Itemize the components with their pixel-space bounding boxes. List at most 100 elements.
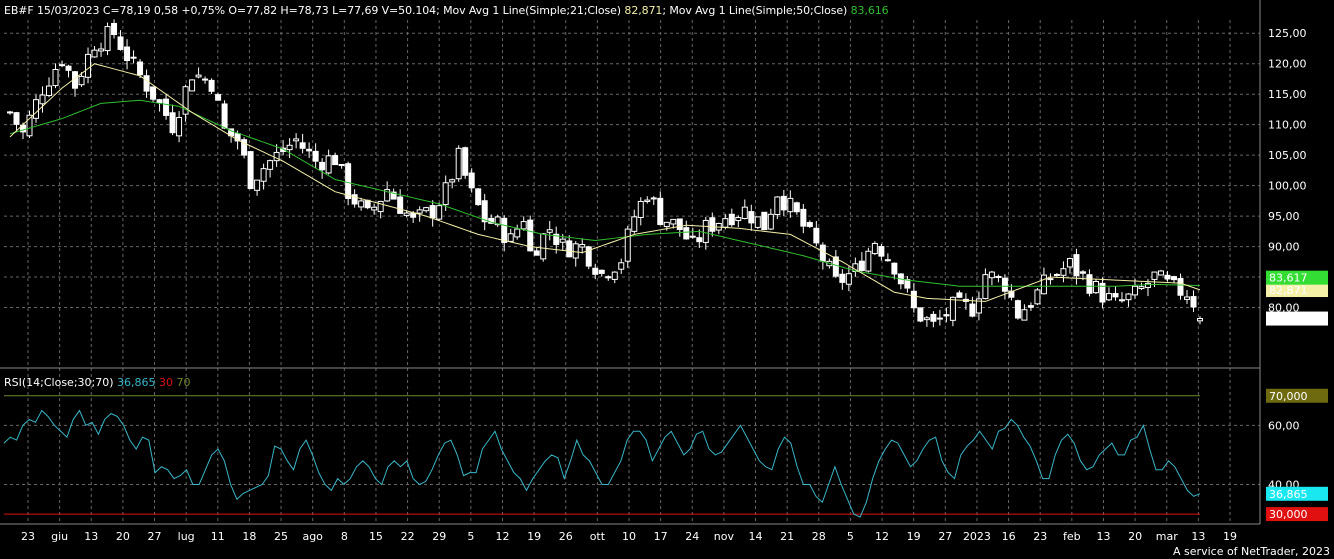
- rsi-header: RSI(14;Close;30;70) 36,865 30 70: [4, 376, 191, 389]
- candle-body: [1190, 296, 1197, 308]
- candle-body: [904, 279, 911, 289]
- time-tick-label: 5: [467, 530, 474, 543]
- candle-body: [657, 197, 664, 226]
- rsi-last-tag: 36,865: [1269, 488, 1308, 501]
- time-tick-label: 5: [847, 530, 854, 543]
- time-tick-label: nov: [714, 530, 735, 543]
- candle-body: [709, 217, 716, 232]
- candle-body: [748, 211, 755, 224]
- candle-body: [293, 138, 300, 142]
- candle-body: [247, 151, 254, 190]
- candle-body: [670, 218, 677, 225]
- candle-body: [215, 94, 222, 101]
- candle-body: [637, 200, 644, 218]
- candle-body: [286, 144, 293, 151]
- candle-body: [208, 79, 215, 92]
- candle-body: [943, 314, 950, 317]
- time-tick-label: 13: [1191, 530, 1205, 543]
- time-tick-label: 19: [907, 530, 921, 543]
- candle-body: [1112, 293, 1119, 298]
- candle-body: [260, 168, 267, 182]
- time-tick-label: 20: [116, 530, 130, 543]
- chart-window: 125,00 120,00 115,00 110,00 105,00 100,00 95,0…: [0, 0, 1334, 559]
- candle-body: [702, 219, 709, 243]
- candle-body: [605, 276, 612, 279]
- rsi30-tag: 30,000: [1269, 508, 1308, 521]
- candle-body: [592, 267, 599, 275]
- time-tick-label: 14: [749, 530, 763, 543]
- candle-body: [319, 161, 326, 171]
- candle-body: [1177, 278, 1184, 296]
- candle-body: [358, 200, 365, 208]
- candle-body: [546, 229, 553, 233]
- candle-body: [143, 75, 150, 92]
- time-tick-label: 12: [495, 530, 509, 543]
- candle-body: [936, 317, 943, 320]
- time-tick-label: 17: [654, 530, 668, 543]
- candle-body: [1047, 278, 1054, 281]
- candle-body: [202, 78, 209, 81]
- candle-body: [780, 195, 787, 211]
- candle-body: [507, 233, 514, 242]
- chart-canvas[interactable]: 125,00 120,00 115,00 110,00 105,00 100,00 95,0…: [0, 0, 1334, 559]
- candle-body: [540, 233, 547, 260]
- candle-body: [85, 53, 92, 78]
- candle-body: [624, 228, 631, 262]
- candle-body: [1092, 281, 1099, 294]
- candle-body: [1027, 305, 1034, 308]
- candle-body: [501, 217, 508, 243]
- candle-body: [189, 79, 196, 92]
- candle-body: [696, 237, 703, 243]
- candle-body: [1164, 274, 1171, 280]
- time-tick-label: lug: [178, 530, 195, 543]
- candle-body: [871, 242, 878, 255]
- candle-body: [111, 22, 118, 36]
- time-tick-label: 26: [559, 530, 573, 543]
- candle-body: [1151, 271, 1158, 280]
- time-tick-label: 28: [812, 530, 826, 543]
- candle-body: [117, 36, 124, 50]
- rsi-label: RSI(14;Close;30;70): [4, 376, 114, 389]
- price-tick-label: 120,00: [1268, 58, 1307, 71]
- candle-body: [52, 69, 59, 87]
- candle-body: [949, 296, 956, 321]
- candle-body: [1138, 286, 1145, 290]
- candle-body: [845, 273, 852, 285]
- candle-body: [429, 205, 436, 219]
- ma50-label: ; Mov Avg 1 Line(Simple;50;Close): [662, 4, 848, 17]
- time-tick-label: 22: [401, 530, 415, 543]
- time-tick-label: 18: [242, 530, 256, 543]
- candle-body: [1157, 270, 1164, 276]
- time-tick-label: 15: [369, 530, 383, 543]
- candle-body: [1079, 271, 1086, 274]
- time-tick-label: 23: [21, 530, 35, 543]
- time-tick-label: 12: [875, 530, 889, 543]
- candle-body: [306, 148, 313, 152]
- price-tick-label: 105,00: [1268, 149, 1307, 162]
- candle-body: [865, 250, 872, 272]
- candle-body: [644, 199, 651, 202]
- candle-body: [124, 46, 131, 61]
- time-tick-label: 19: [527, 530, 541, 543]
- candle-body: [735, 217, 742, 222]
- time-tick-label: 13: [1096, 530, 1110, 543]
- candle-body: [891, 262, 898, 275]
- candle-body: [442, 182, 449, 206]
- candle-body: [579, 244, 586, 248]
- candle-body: [299, 142, 306, 149]
- candle-body: [423, 207, 430, 212]
- candle-body: [741, 206, 748, 220]
- time-tick-label: mar: [1156, 530, 1178, 543]
- candle-body: [104, 26, 111, 52]
- candle-body: [774, 196, 781, 216]
- candle-body: [910, 290, 917, 309]
- candle-body: [1183, 296, 1190, 300]
- candle-body: [254, 179, 261, 191]
- time-tick-label: 21: [780, 530, 794, 543]
- candle-body: [397, 196, 404, 214]
- candle-body: [533, 250, 540, 256]
- candle-body: [416, 209, 423, 214]
- candle-body: [1170, 276, 1177, 281]
- candle-body: [566, 240, 573, 258]
- candle-body: [988, 271, 995, 279]
